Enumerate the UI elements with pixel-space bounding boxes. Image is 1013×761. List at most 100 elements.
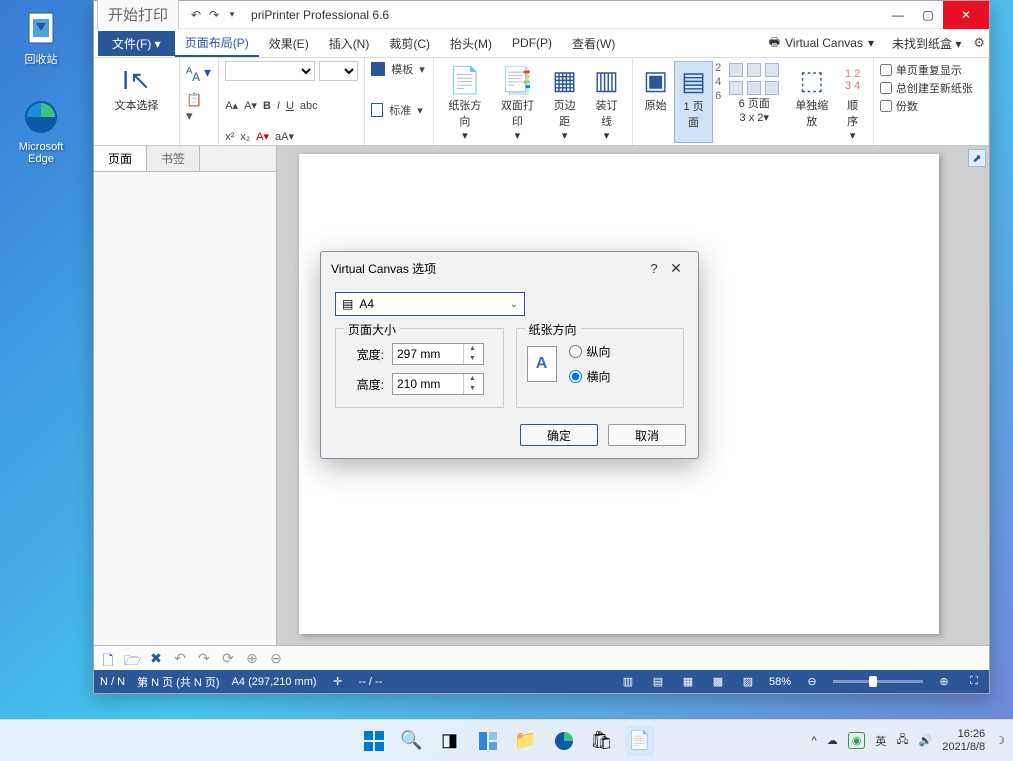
corner-expand[interactable]: ⬈ <box>968 149 986 167</box>
highlight-icon[interactable]: 📋 ▾ <box>186 92 212 124</box>
font-format-icon[interactable]: ᴬA ▾ <box>186 64 212 84</box>
width-input[interactable] <box>393 344 463 364</box>
width-up[interactable]: ▲ <box>464 344 481 354</box>
height-spinner[interactable]: ▲▼ <box>392 373 484 395</box>
minimize-button[interactable]: — <box>883 1 913 29</box>
view-thumb-icon[interactable]: ▨ <box>739 675 757 688</box>
edge-shortcut[interactable]: Microsoft Edge <box>6 95 76 165</box>
tray-clock[interactable]: 16:26 2021/8/8 <box>942 728 985 754</box>
undo2-icon[interactable]: ↶ <box>172 650 188 666</box>
radio-landscape[interactable]: 横向 <box>569 368 611 385</box>
width-spinner[interactable]: ▲▼ <box>392 343 484 365</box>
tab-page[interactable]: 页面 <box>94 146 147 171</box>
dialog-help-button[interactable]: ? <box>644 261 664 276</box>
menu-head[interactable]: 抬头(M) <box>440 31 502 56</box>
sub-button[interactable]: x₂ <box>240 131 250 143</box>
bold-button[interactable]: B <box>263 100 271 112</box>
zoom-out-icon[interactable]: ⊖ <box>268 650 284 666</box>
order-button[interactable]: 1 23 4顺序▾ <box>838 61 867 143</box>
original-button[interactable]: ▣原始 <box>639 61 672 143</box>
menu-crop[interactable]: 裁剪(C) <box>379 31 440 56</box>
tray-selector[interactable]: 未找到纸盒 ▾ <box>886 33 967 54</box>
radio-portrait[interactable]: 纵向 <box>569 343 611 360</box>
view-single-icon[interactable]: ▥ <box>619 675 637 688</box>
menu-layout[interactable]: 页面布局(P) <box>175 30 259 57</box>
height-down[interactable]: ▼ <box>464 384 481 394</box>
recycle-bin[interactable]: 回收站 <box>6 5 76 67</box>
underline-button[interactable]: U <box>286 100 294 112</box>
start-button[interactable] <box>359 726 389 756</box>
template-button[interactable]: 模板 ▾ <box>371 61 426 77</box>
dialog-close-button[interactable]: ✕ <box>664 260 688 277</box>
cancel-button[interactable]: 取消 <box>608 424 686 446</box>
binding-button[interactable]: ▥装订线▾ <box>587 61 627 143</box>
width-down[interactable]: ▼ <box>464 354 481 364</box>
view-grid-icon[interactable]: ▩ <box>709 675 727 688</box>
qa-customize[interactable]: ▾ <box>223 9 241 20</box>
explorer-icon[interactable]: 📁 <box>511 726 541 756</box>
standard-button[interactable]: 标准 ▾ <box>371 102 426 118</box>
view-two-icon[interactable]: ▦ <box>679 675 697 688</box>
margin-button[interactable]: ▦页边距▾ <box>545 61 585 143</box>
widgets-icon[interactable] <box>473 726 503 756</box>
new-icon[interactable]: 🗋 <box>100 650 116 666</box>
strike-button[interactable]: abc <box>300 100 318 112</box>
zoom-plus[interactable]: ⊕ <box>935 675 953 688</box>
undo-button[interactable]: ↶ <box>187 8 205 22</box>
tray-chevron-icon[interactable]: ^ <box>812 735 817 747</box>
delete-icon[interactable]: ✖ <box>148 650 164 666</box>
chk-always-new[interactable]: 总创建至新纸张 <box>880 79 982 97</box>
store-icon[interactable]: 🛍 <box>587 726 617 756</box>
tab-bookmark[interactable]: 书签 <box>147 146 200 171</box>
italic-button[interactable]: I <box>277 100 280 112</box>
tray-volume-icon[interactable]: 🔊 <box>919 734 933 747</box>
sup-button[interactable]: x² <box>225 131 234 143</box>
case-button[interactable]: aA▾ <box>275 130 294 143</box>
zoom-in-icon[interactable]: ⊕ <box>244 650 260 666</box>
duplex-button[interactable]: 📑双面打印▾ <box>492 61 543 143</box>
menu-file[interactable]: 文件(F) ▾ <box>98 31 175 56</box>
tray-onedrive-icon[interactable]: ☁ <box>827 734 838 747</box>
edge-taskbar-icon[interactable] <box>549 726 579 756</box>
refresh-icon[interactable]: ⟳ <box>220 650 236 666</box>
font-color[interactable]: A▾ <box>256 130 269 143</box>
redo2-icon[interactable]: ↷ <box>196 650 212 666</box>
start-print-button[interactable]: 开始打印 <box>97 0 179 30</box>
font-family-combo[interactable] <box>225 61 314 81</box>
height-up[interactable]: ▲ <box>464 374 481 384</box>
redo-button[interactable]: ↷ <box>205 8 223 22</box>
crosshair-icon[interactable]: ✛ <box>329 675 347 688</box>
six-page-button[interactable]: 6 页面3 x 2▾ <box>723 61 785 143</box>
text-select-button[interactable]: I↖ 文本选择 <box>100 61 173 115</box>
one-page-button[interactable]: ▤1 页面 <box>674 61 713 143</box>
chk-repeat[interactable]: 单页重复显示 <box>880 61 982 79</box>
chk-copies[interactable]: 份数 <box>880 97 982 115</box>
open-icon[interactable]: 🗁 <box>124 650 140 666</box>
zoom-fit[interactable]: ⛶ <box>965 675 983 688</box>
ok-button[interactable]: 确定 <box>520 424 598 446</box>
tray-ime[interactable]: 英 <box>875 733 886 749</box>
settings-gear-icon[interactable]: ⚙ <box>973 35 985 51</box>
shrink-font[interactable]: A▾ <box>244 99 257 112</box>
printer-selector[interactable]: 🖶Virtual Canvas ▾ <box>763 31 880 56</box>
close-button[interactable]: ✕ <box>943 1 989 29</box>
menu-effects[interactable]: 效果(E) <box>259 31 319 56</box>
tray-network-icon[interactable]: 🖧 <box>896 731 908 750</box>
scale-button[interactable]: ⬚单独缩放 <box>787 61 836 143</box>
view-page-icon[interactable]: ▤ <box>649 675 667 688</box>
priprinter-taskbar-icon[interactable]: 📄 <box>625 726 655 756</box>
maximize-button[interactable]: ▢ <box>913 1 943 29</box>
font-size-combo[interactable] <box>319 61 359 81</box>
menu-pdf[interactable]: PDF(P) <box>502 32 562 54</box>
tray-security-icon[interactable]: ◉ <box>848 732 866 749</box>
paper-orient-button[interactable]: 📄纸张方向▾ <box>440 61 491 143</box>
search-icon[interactable]: 🔍 <box>397 726 427 756</box>
grow-font[interactable]: A▴ <box>225 99 238 112</box>
zoom-minus[interactable]: ⊖ <box>803 675 821 688</box>
paper-size-combo[interactable]: ▤ A4 ⌄ <box>335 292 525 316</box>
menu-insert[interactable]: 插入(N) <box>319 31 380 56</box>
taskview-icon[interactable]: ◨ <box>435 726 465 756</box>
menu-view[interactable]: 查看(W) <box>562 31 625 56</box>
height-input[interactable] <box>393 374 463 394</box>
tray-notifications-icon[interactable]: ☽ <box>995 734 1005 747</box>
